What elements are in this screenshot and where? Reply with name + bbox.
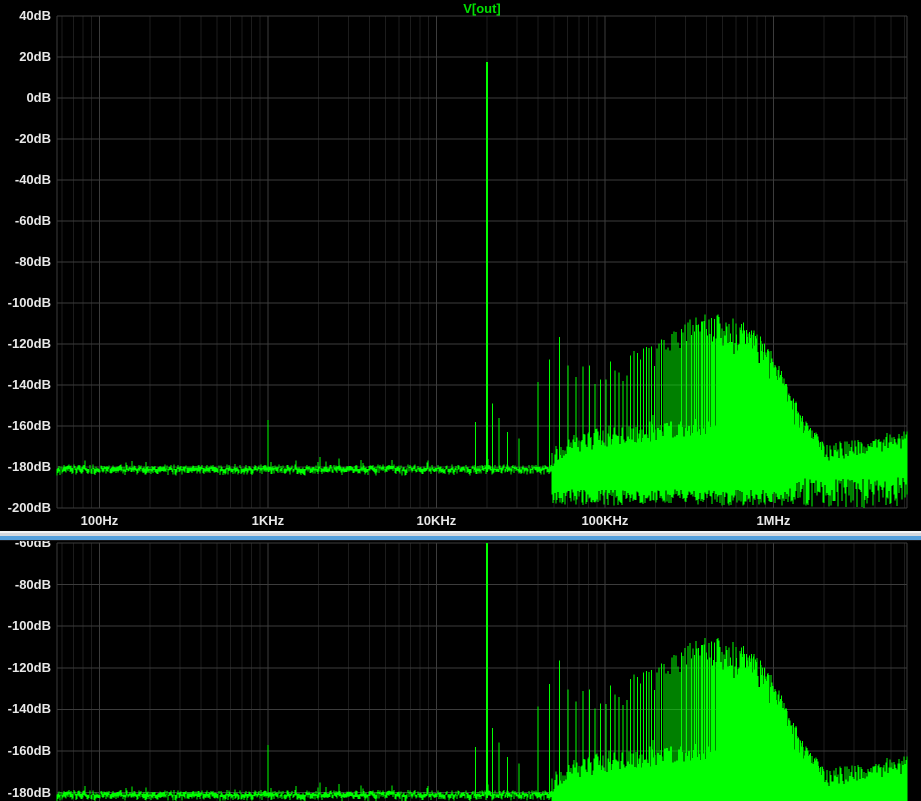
y-axis-label: -60dB	[14, 541, 51, 550]
y-axis-label: -180dB	[7, 784, 51, 800]
trace-label[interactable]: V[out]	[57, 1, 907, 16]
x-axis-label: 10KHz	[416, 513, 457, 528]
y-axis-label: -100dB	[7, 618, 51, 634]
y-axis-label: -160dB	[7, 743, 51, 758]
spectrum-plot-bottom[interactable]	[0, 541, 921, 801]
fft-pane-top[interactable]: V[out] 40dB 20dB 0dB -20dB -40dB -60dB -80dB -1…	[0, 0, 921, 531]
y-axis-label: 20dB	[19, 49, 51, 64]
x-axis-label: 100KHz	[581, 513, 629, 528]
y-axis-label: -40dB	[14, 172, 51, 187]
y-axis-label: -180dB	[7, 459, 51, 474]
y-axis-label: -160dB	[7, 418, 51, 433]
x-axis-label: 100Hz	[80, 513, 119, 528]
y-axis-label: -120dB	[7, 336, 51, 351]
y-axis-label: -80dB	[14, 254, 51, 269]
y-axis-label: -140dB	[7, 377, 51, 392]
y-axis-label: -20dB	[14, 131, 51, 146]
waveform-viewer: V[out] 40dB 20dB 0dB -20dB -40dB -60dB -80dB -1…	[0, 0, 921, 801]
y-axis-label: -80dB	[14, 576, 51, 592]
x-axis-label: 1MHz	[756, 513, 791, 528]
x-axis-label: 1KHz	[251, 513, 285, 528]
y-axis-label: -120dB	[7, 659, 51, 675]
spectrum-trace	[56, 314, 908, 508]
fft-pane-bottom[interactable]: -60dB -80dB -100dB -120dB -140dB -160dB -180dB	[0, 541, 921, 801]
y-axis-label: -140dB	[7, 701, 51, 717]
y-axis-label: 40dB	[19, 8, 51, 23]
pane-splitter[interactable]	[0, 531, 921, 541]
spectrum-plot-top[interactable]	[0, 0, 921, 531]
y-axis-label: 0dB	[26, 90, 51, 105]
y-axis-label: -100dB	[7, 295, 51, 310]
y-axis-label: -60dB	[14, 213, 51, 228]
spectrum-trace	[56, 637, 908, 801]
y-axis-label: -200dB	[7, 500, 51, 515]
